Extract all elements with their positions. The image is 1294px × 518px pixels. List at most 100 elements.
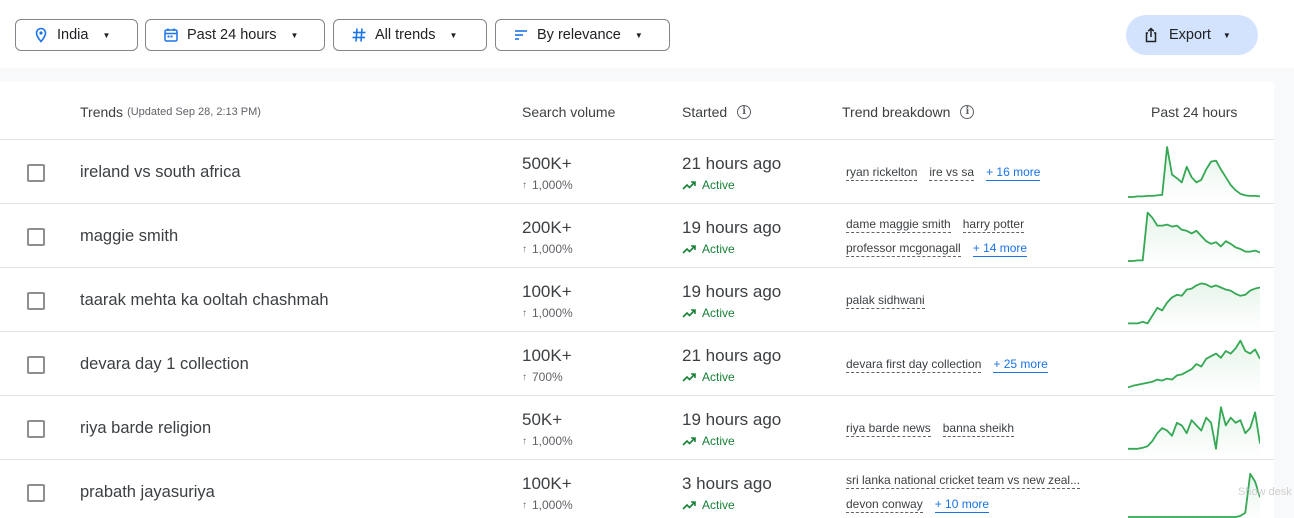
search-volume-header[interactable]: Search volume [522, 104, 615, 120]
breakdown-query[interactable]: banna sheikh [942, 421, 1015, 437]
breakdown-query[interactable]: riya barde news [846, 421, 931, 437]
breakdown-query[interactable]: ryan rickelton [846, 165, 918, 181]
status-label: Active [702, 306, 735, 320]
table-row[interactable]: prabath jayasuriya 100K+ ↑ 1,000% 3 hours ag… [0, 460, 1274, 518]
row-checkbox[interactable] [27, 420, 45, 438]
dropdown-caret-icon: ▼ [634, 30, 643, 40]
growth-percent: ↑ 1,000% [522, 178, 573, 192]
sparkline-area [1128, 212, 1260, 266]
trend-breakdown: dame maggie smith harry potter professor m… [846, 217, 1116, 265]
trend-sparkline [1128, 339, 1260, 394]
growth-value: 1,000% [532, 242, 573, 256]
growth-value: 700% [532, 370, 563, 384]
trending-up-icon [682, 501, 696, 510]
breakdown-query[interactable]: devon conway [846, 497, 923, 513]
status-label: Active [702, 178, 735, 192]
arrow-up-icon: ↑ [522, 179, 527, 191]
info-icon[interactable]: i [737, 105, 752, 119]
time-filter-label: Past 24 hours [187, 27, 277, 43]
table-row[interactable]: taarak mehta ka ooltah chashmah 100K+ ↑ 1,0… [0, 268, 1274, 332]
growth-percent: ↑ 700% [522, 370, 563, 384]
hashtag-icon [351, 27, 367, 43]
table-top-band [0, 68, 1274, 82]
arrow-up-icon: ↑ [522, 307, 527, 319]
category-filter-label: All trends [375, 27, 436, 43]
filter-toolbar: India ▼ Past 24 hours ▼ All trends ▼ By … [0, 0, 1294, 68]
table-row[interactable]: maggie smith 200K+ ↑ 1,000% 19 hours ago Acti… [0, 204, 1274, 268]
table-header: Trends (Updated Sep 28, 2:13 PM) Search … [0, 82, 1274, 140]
growth-value: 1,000% [532, 178, 573, 192]
growth-percent: ↑ 1,000% [522, 306, 573, 320]
search-volume: 100K+ [522, 282, 572, 301]
breakdown-query[interactable]: sri lanka national cricket team vs new z… [846, 473, 1081, 489]
trend-breakdown: devara first day collection + 25 more [846, 357, 1116, 381]
show-desktop-watermark: Show desk [1238, 486, 1292, 498]
started-time: 21 hours ago [682, 346, 782, 365]
trend-sparkline [1128, 211, 1260, 266]
trending-up-icon [682, 437, 696, 446]
row-checkbox[interactable] [27, 292, 45, 310]
search-volume: 50K+ [522, 410, 563, 429]
trending-up-icon [682, 181, 696, 190]
started-time: 19 hours ago [682, 282, 782, 301]
more-queries-link[interactable]: + 10 more [934, 497, 990, 513]
trend-term[interactable]: ireland vs south africa [80, 163, 241, 182]
location-pin-icon [33, 27, 49, 43]
growth-value: 1,000% [532, 498, 573, 512]
breakdown-query[interactable]: palak sidhwani [846, 293, 925, 309]
row-checkbox[interactable] [27, 228, 45, 246]
started-header-label: Started [682, 104, 728, 120]
trend-term[interactable]: prabath jayasuriya [80, 483, 215, 502]
search-volume: 500K+ [522, 154, 572, 173]
trend-term[interactable]: maggie smith [80, 227, 178, 246]
row-checkbox[interactable] [27, 356, 45, 374]
active-status: Active [682, 242, 735, 256]
search-volume: 100K+ [522, 474, 572, 493]
breakdown-query[interactable]: harry potter [962, 217, 1025, 233]
search-volume-header-label: Search volume [522, 104, 616, 120]
calendar-icon [163, 27, 179, 43]
breakdown-query[interactable]: professor mcgonagall [846, 241, 961, 257]
breakdown-header-label: Trend breakdown [842, 104, 951, 120]
table-row[interactable]: riya barde religion 50K+ ↑ 1,000% 19 hours a… [0, 396, 1274, 460]
sort-lines-icon [513, 27, 529, 43]
status-label: Active [702, 370, 735, 384]
more-queries-link[interactable]: + 14 more [972, 241, 1028, 257]
time-filter[interactable]: Past 24 hours ▼ [145, 19, 325, 51]
sparkline-area [1128, 407, 1260, 458]
breakdown-query[interactable]: devara first day collection [846, 357, 982, 373]
row-checkbox[interactable] [27, 164, 45, 182]
category-filter[interactable]: All trends ▼ [333, 19, 487, 51]
sort-filter[interactable]: By relevance ▼ [495, 19, 670, 51]
export-button[interactable]: Export ▼ [1126, 15, 1258, 55]
trend-term[interactable]: riya barde religion [80, 419, 211, 438]
info-icon[interactable]: i [960, 105, 975, 119]
trend-term[interactable]: devara day 1 collection [80, 355, 249, 374]
updated-timestamp: (Updated Sep 28, 2:13 PM) [127, 106, 261, 118]
past-24-header-label: Past 24 hours [1151, 104, 1238, 120]
trend-sparkline [1128, 282, 1260, 330]
trends-header: Trends (Updated Sep 28, 2:13 PM) [80, 104, 261, 120]
breakdown-query[interactable]: ire vs sa [929, 165, 975, 181]
trend-sparkline [1128, 406, 1260, 458]
past-24-header: Past 24 hours [1151, 104, 1237, 120]
table-row[interactable]: ireland vs south africa 500K+ ↑ 1,000% 21 ho… [0, 140, 1274, 204]
location-filter-label: India [57, 27, 89, 43]
dropdown-caret-icon: ▼ [1222, 30, 1231, 40]
location-filter[interactable]: India ▼ [15, 19, 138, 51]
status-label: Active [702, 242, 735, 256]
status-label: Active [702, 498, 735, 512]
started-header[interactable]: Started i [682, 104, 752, 120]
trend-breakdown: palak sidhwani [846, 293, 1116, 317]
trend-breakdown: riya barde news banna sheikh [846, 421, 1116, 445]
search-volume: 200K+ [522, 218, 572, 237]
row-checkbox[interactable] [27, 484, 45, 502]
trend-term[interactable]: taarak mehta ka ooltah chashmah [80, 291, 329, 310]
dropdown-caret-icon: ▼ [290, 30, 299, 40]
growth-percent: ↑ 1,000% [522, 242, 573, 256]
growth-value: 1,000% [532, 306, 573, 320]
table-row[interactable]: devara day 1 collection 100K+ ↑ 700% 21 hour… [0, 332, 1274, 396]
breakdown-query[interactable]: dame maggie smith [846, 217, 951, 233]
more-queries-link[interactable]: + 16 more [986, 165, 1041, 181]
more-queries-link[interactable]: + 25 more [993, 357, 1048, 373]
